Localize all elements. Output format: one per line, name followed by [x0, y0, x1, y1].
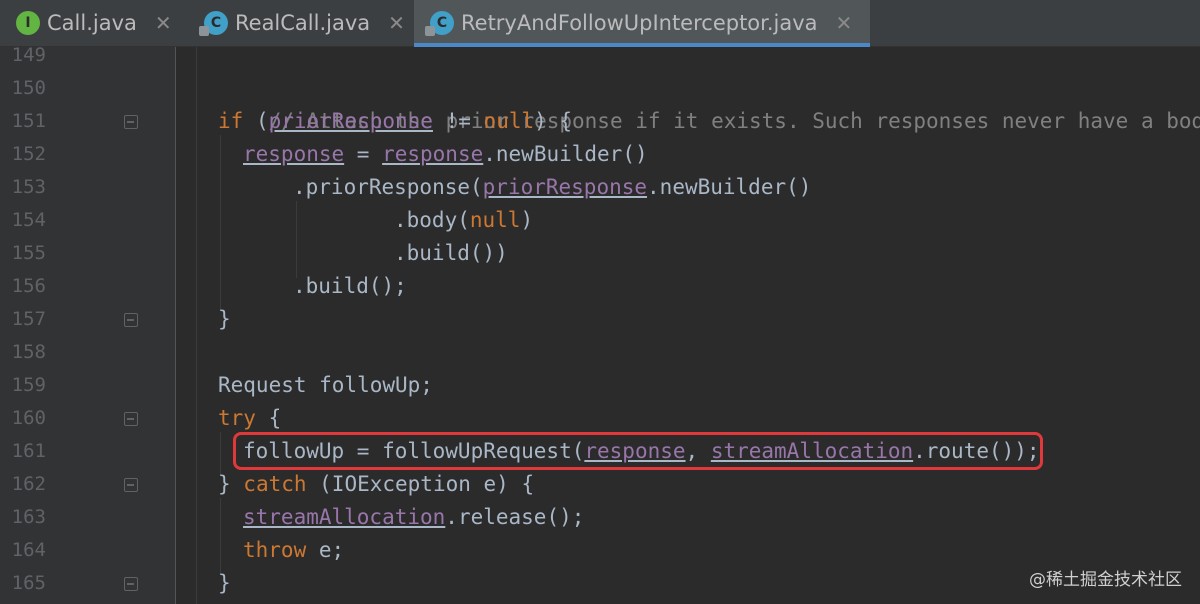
- interface-icon: I: [16, 11, 40, 35]
- code-line-162: } catch (IOException e) {: [218, 472, 535, 496]
- close-icon[interactable]: ✕: [836, 11, 853, 35]
- code-line-165: }: [218, 571, 231, 595]
- tab-label: RealCall.java: [235, 11, 371, 35]
- line-number: 149: [11, 44, 46, 66]
- line-number: 165: [11, 572, 46, 594]
- indent-guide: [220, 498, 221, 575]
- line-number: 150: [11, 77, 46, 99]
- line-number: 160: [11, 407, 46, 429]
- line-number: 153: [11, 176, 46, 198]
- line-number: 156: [11, 275, 46, 297]
- fold-end-icon[interactable]: [124, 313, 138, 327]
- close-icon[interactable]: ✕: [155, 11, 172, 35]
- line-number: 159: [11, 374, 46, 396]
- line-number: 152: [11, 143, 46, 165]
- code-line-155: .build()): [394, 241, 508, 265]
- code-line-150: // Attach the prior response if it exist…: [268, 109, 1200, 133]
- line-number: 163: [11, 506, 46, 528]
- code-editor[interactable]: // Attach the prior response if it exist…: [176, 47, 1200, 604]
- line-number: 154: [11, 209, 46, 231]
- watermark: @稀土掘金技术社区: [1029, 570, 1182, 590]
- tab-realcall-java[interactable]: C RealCall.java ✕: [188, 0, 412, 46]
- indent-guide: [296, 201, 297, 278]
- code-line-151: if (priorResponse != null) {: [218, 109, 573, 133]
- fold-end-icon[interactable]: [124, 478, 138, 492]
- code-line-156: .build();: [293, 274, 407, 298]
- code-line-164: throw e;: [243, 538, 345, 562]
- code-line-159: Request followUp;: [218, 373, 433, 397]
- line-number: 161: [11, 440, 46, 462]
- line-number: 162: [11, 473, 46, 495]
- fold-collapse-icon[interactable]: [124, 412, 138, 426]
- code-line-157: }: [218, 307, 231, 331]
- code-line-152: response = response.newBuilder(): [243, 142, 648, 166]
- line-number: 164: [11, 539, 46, 561]
- highlight-annotation-box: [233, 432, 1043, 470]
- tab-retryandfollowupinterceptor-java[interactable]: C RetryAndFollowUpInterceptor.java ✕: [414, 0, 870, 47]
- code-line-153: .priorResponse(priorResponse.newBuilder(…: [293, 175, 812, 199]
- line-number-gutter[interactable]: 149 150 151 152 153 154 155 156 157 158 …: [0, 44, 176, 604]
- fold-collapse-icon[interactable]: [124, 115, 138, 129]
- class-icon: C: [425, 11, 454, 36]
- close-icon[interactable]: ✕: [388, 11, 405, 35]
- indent-guide: [196, 47, 197, 604]
- code-line-154: .body(null): [394, 208, 534, 232]
- class-icon: C: [199, 11, 228, 36]
- fold-end-icon[interactable]: [124, 577, 138, 591]
- editor-tab-bar: I Call.java ✕ C RealCall.java ✕ C RetryA…: [0, 0, 1200, 47]
- line-number: 155: [11, 242, 46, 264]
- line-number: 157: [11, 308, 46, 330]
- tab-label: RetryAndFollowUpInterceptor.java: [461, 11, 818, 35]
- code-line-160: try {: [218, 406, 282, 430]
- line-number: 151: [11, 110, 46, 132]
- code-line-163: streamAllocation.release();: [243, 505, 585, 529]
- line-number: 158: [11, 341, 46, 363]
- tab-label: Call.java: [47, 11, 137, 35]
